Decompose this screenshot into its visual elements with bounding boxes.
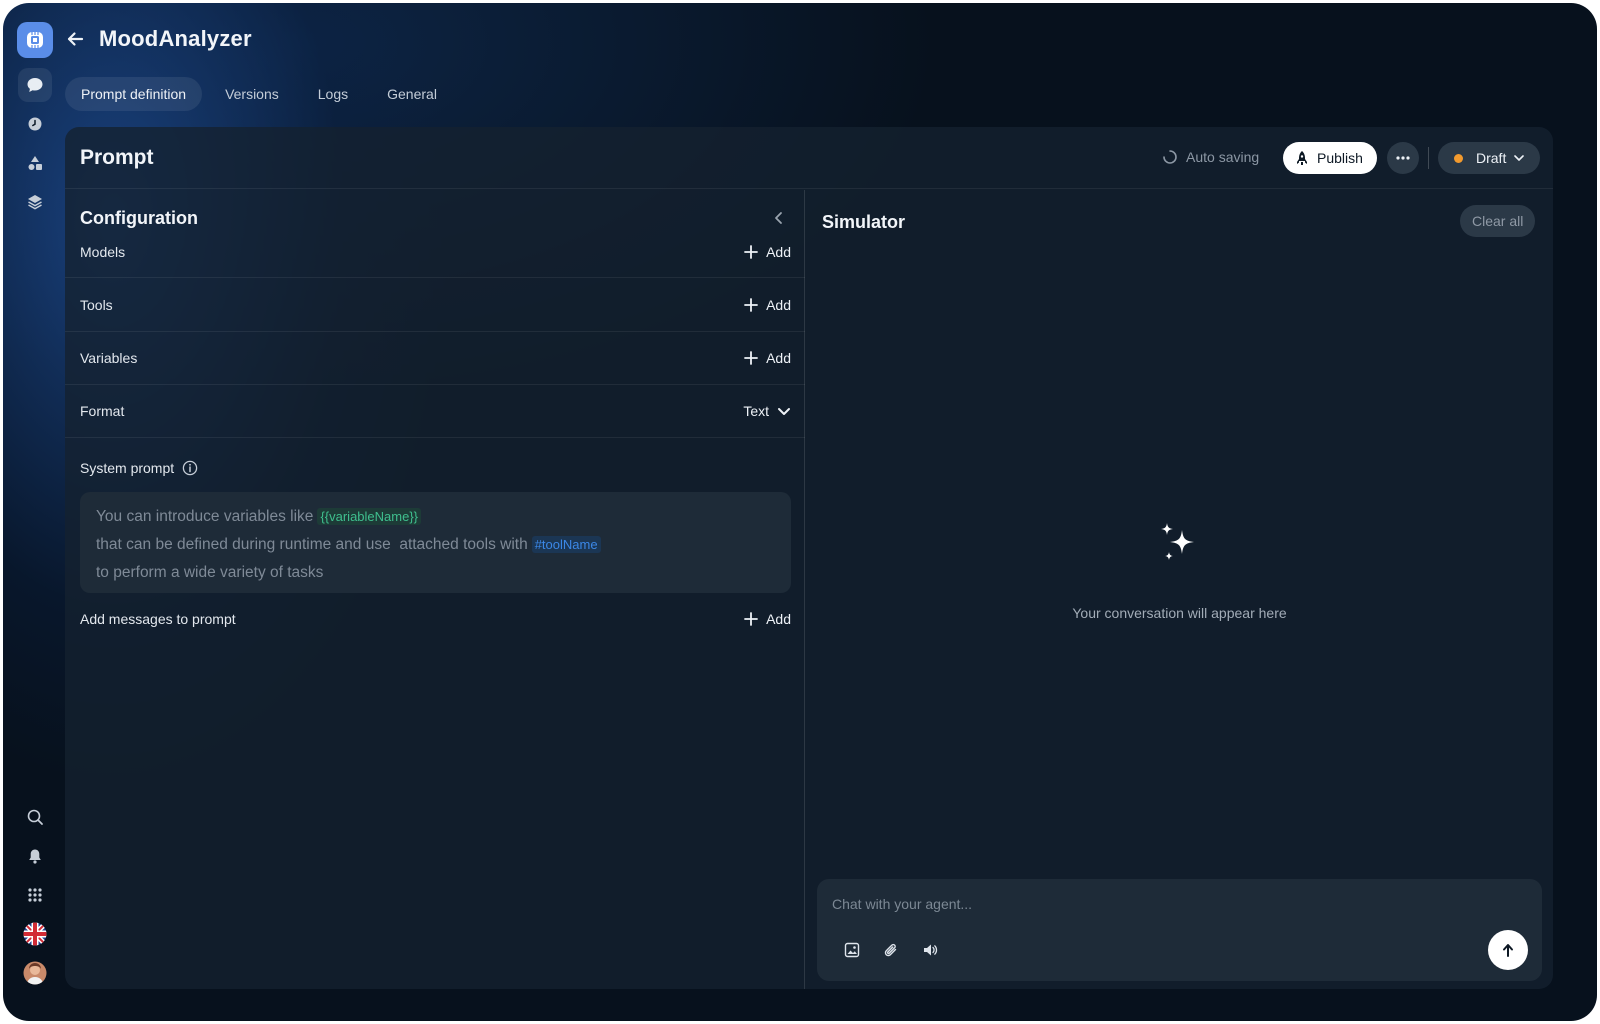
messages-row: Add messages to prompt Add	[65, 606, 805, 632]
prompt-line-2: that can be defined during runtime and u…	[96, 531, 775, 559]
plus-icon	[744, 244, 758, 259]
send-button[interactable]	[1488, 930, 1528, 970]
prompt-line-3: to perform a wide variety of tasks	[96, 564, 324, 581]
format-label: Format	[80, 403, 125, 419]
app-logo-icon[interactable]	[17, 22, 53, 58]
user-avatar[interactable]	[18, 956, 52, 990]
sparkles-icon	[1161, 523, 1194, 560]
publish-button[interactable]: Publish	[1283, 142, 1377, 174]
prompt-card: Prompt Auto saving Publish Draft Configu…	[65, 127, 1553, 989]
nav-rail	[3, 3, 65, 1021]
prompt-text-2: that can be defined during runtime and u…	[96, 536, 528, 553]
system-prompt-heading: System prompt	[80, 460, 198, 476]
prompt-text-1: You can introduce variables like	[96, 508, 314, 525]
add-message-button[interactable]: Add	[744, 611, 791, 627]
tool-chip: #toolName	[531, 536, 601, 553]
format-value: Text	[743, 403, 769, 419]
add-tool-label: Add	[766, 297, 791, 313]
models-label: Models	[80, 243, 126, 260]
tab-bar: Prompt definition Versions Logs General	[65, 77, 460, 111]
simulator-title: Simulator	[822, 212, 906, 232]
configuration-panel: Configuration Models Add Tools Add Varia…	[65, 190, 805, 989]
variable-chip: {{variableName}}	[317, 508, 422, 525]
status-dot	[1454, 153, 1463, 163]
add-tool-button[interactable]: Add	[744, 297, 791, 313]
chevron-down-icon	[778, 407, 790, 415]
plus-icon	[744, 298, 758, 312]
tab-general[interactable]: General	[371, 77, 453, 111]
app-window: MoodAnalyzer Prompt definition Versions …	[3, 3, 1597, 1021]
plus-icon	[744, 351, 758, 365]
more-dots-icon	[1396, 156, 1410, 160]
image-icon[interactable]	[841, 939, 863, 961]
back-arrow-icon[interactable]	[63, 27, 87, 51]
plus-icon	[744, 612, 758, 626]
search-icon[interactable]	[18, 800, 52, 834]
header-divider	[1428, 147, 1429, 169]
autosave-status: Auto saving	[1162, 149, 1259, 165]
simulator-panel: Simulator Clear all Your conversation wi…	[806, 190, 1553, 989]
system-prompt-label: System prompt	[80, 460, 175, 476]
clock-icon[interactable]	[18, 107, 52, 141]
prompt-header: Prompt Auto saving Publish Draft	[65, 127, 1553, 189]
tools-label: Tools	[80, 297, 113, 313]
empty-state-text: Your conversation will appear here	[1072, 605, 1287, 621]
autosave-label: Auto saving	[1186, 149, 1260, 165]
bell-icon[interactable]	[18, 839, 52, 873]
shapes-icon[interactable]	[18, 146, 52, 180]
more-options-button[interactable]	[1387, 142, 1419, 174]
add-model-button[interactable]: Add	[744, 244, 791, 260]
uk-flag-icon[interactable]	[18, 917, 52, 951]
layers-icon[interactable]	[18, 185, 52, 219]
prompt-line-1: You can introduce variables like {{variab…	[96, 503, 775, 531]
tools-row: Tools Add	[65, 279, 805, 332]
add-message-label: Add	[766, 611, 791, 627]
tab-prompt-definition[interactable]: Prompt definition	[65, 77, 203, 111]
format-select[interactable]: Text	[743, 403, 791, 419]
add-variable-button[interactable]: Add	[744, 350, 791, 366]
system-prompt-editor[interactable]: You can introduce variables like {{variab…	[80, 492, 791, 593]
paperclip-icon[interactable]	[880, 939, 902, 961]
tab-versions[interactable]: Versions	[209, 77, 295, 111]
variables-row: Variables Add	[65, 332, 805, 385]
page-title: Prompt	[80, 146, 154, 169]
status-dropdown[interactable]: Draft	[1438, 142, 1540, 174]
apps-grid-icon[interactable]	[18, 878, 52, 912]
arrow-up-icon	[1503, 944, 1513, 957]
info-icon[interactable]	[182, 460, 198, 476]
add-model-label: Add	[766, 243, 791, 260]
rocket-icon	[1297, 151, 1307, 165]
chat-composer	[817, 879, 1542, 981]
spinner-icon	[1163, 150, 1177, 164]
chat-input[interactable]	[832, 893, 1432, 915]
app-title: MoodAnalyzer	[99, 26, 252, 51]
models-row: Models Add	[65, 226, 805, 278]
tab-logs[interactable]: Logs	[302, 77, 364, 111]
speaker-icon[interactable]	[919, 939, 941, 961]
publish-label: Publish	[1317, 150, 1363, 166]
format-row: Format Text	[65, 385, 805, 438]
chevron-down-icon	[1514, 155, 1525, 161]
add-variable-label: Add	[766, 350, 791, 366]
chat-icon[interactable]	[18, 68, 52, 102]
variables-label: Variables	[80, 350, 138, 366]
status-label: Draft	[1476, 150, 1507, 166]
messages-label: Add messages to prompt	[80, 611, 236, 627]
clear-all-button[interactable]: Clear all	[1460, 205, 1536, 237]
collapse-panel-icon[interactable]	[769, 208, 789, 228]
